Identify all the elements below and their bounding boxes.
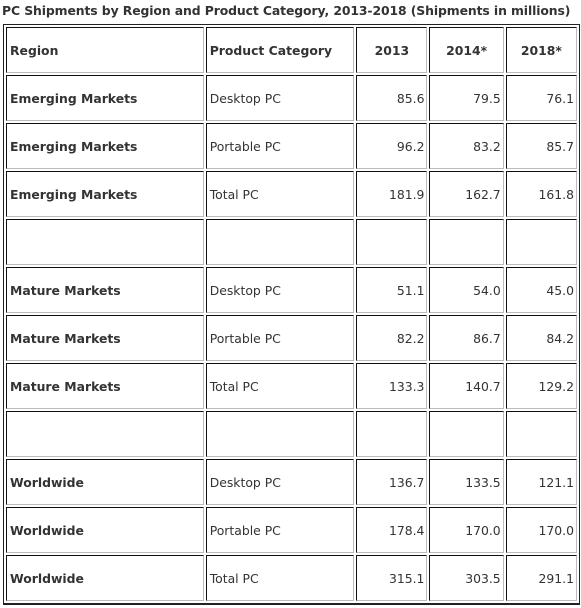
value-2018-cell: 121.1: [505, 459, 577, 505]
value-2018-cell: 129.2: [505, 363, 577, 409]
value-2014-cell: 83.2: [429, 123, 504, 169]
header-product-category: Product Category: [205, 27, 355, 73]
region-cell: [6, 219, 204, 265]
value-2014-cell: 170.0: [429, 507, 504, 553]
value-2013-cell: 178.4: [356, 507, 428, 553]
value-2013-cell: 133.3: [356, 363, 428, 409]
table-row: Emerging Markets Portable PC 96.2 83.2 85.7: [6, 123, 577, 169]
value-2013-cell: 96.2: [356, 123, 428, 169]
value-2014-cell: [429, 411, 504, 457]
value-2013-cell: 82.2: [356, 315, 428, 361]
value-2018-cell: 84.2: [505, 315, 577, 361]
value-2013-cell: 51.1: [356, 267, 428, 313]
value-2013-cell: [356, 411, 428, 457]
region-cell: Worldwide: [6, 459, 204, 505]
region-cell: Mature Markets: [6, 315, 204, 361]
value-2018-cell: [505, 219, 577, 265]
region-cell: [6, 411, 204, 457]
table-row: Worldwide Desktop PC 136.7 133.5 121.1: [6, 459, 577, 505]
category-cell: Portable PC: [205, 315, 355, 361]
region-cell: Worldwide: [6, 555, 204, 601]
category-cell: Total PC: [205, 363, 355, 409]
value-2018-cell: 161.8: [505, 171, 577, 217]
category-cell: Total PC: [205, 171, 355, 217]
header-2018: 2018*: [505, 27, 577, 73]
value-2014-cell: 140.7: [429, 363, 504, 409]
category-cell: Desktop PC: [205, 267, 355, 313]
value-2014-cell: 86.7: [429, 315, 504, 361]
region-cell: Emerging Markets: [6, 123, 204, 169]
value-2014-cell: 303.5: [429, 555, 504, 601]
region-cell: Worldwide: [6, 507, 204, 553]
value-2014-cell: 133.5: [429, 459, 504, 505]
header-region: Region: [6, 27, 204, 73]
value-2013-cell: 85.6: [356, 75, 428, 121]
header-2014: 2014*: [429, 27, 504, 73]
table-title: PC Shipments by Region and Product Categ…: [2, 3, 571, 18]
table-row: [6, 411, 577, 457]
category-cell: Total PC: [205, 555, 355, 601]
header-row: Region Product Category 2013 2014* 2018*: [6, 27, 577, 73]
value-2014-cell: 54.0: [429, 267, 504, 313]
table-row: Emerging Markets Total PC 181.9 162.7 161.8: [6, 171, 577, 217]
value-2013-cell: [356, 219, 428, 265]
value-2018-cell: [505, 411, 577, 457]
category-cell: Portable PC: [205, 507, 355, 553]
shipments-table: Region Product Category 2013 2014* 2018*…: [3, 24, 580, 605]
table-row: Mature Markets Desktop PC 51.1 54.0 45.0: [6, 267, 577, 313]
value-2013-cell: 315.1: [356, 555, 428, 601]
table-row: Emerging Markets Desktop PC 85.6 79.5 76.1: [6, 75, 577, 121]
value-2018-cell: 170.0: [505, 507, 577, 553]
value-2013-cell: 136.7: [356, 459, 428, 505]
table-row: Mature Markets Total PC 133.3 140.7 129.2: [6, 363, 577, 409]
category-cell: [205, 411, 355, 457]
table-row: Mature Markets Portable PC 82.2 86.7 84.2: [6, 315, 577, 361]
value-2018-cell: 85.7: [505, 123, 577, 169]
value-2014-cell: 79.5: [429, 75, 504, 121]
value-2014-cell: [429, 219, 504, 265]
table-row: Worldwide Portable PC 178.4 170.0 170.0: [6, 507, 577, 553]
region-cell: Emerging Markets: [6, 75, 204, 121]
region-cell: Mature Markets: [6, 267, 204, 313]
header-2013: 2013: [356, 27, 428, 73]
value-2018-cell: 76.1: [505, 75, 577, 121]
value-2013-cell: 181.9: [356, 171, 428, 217]
value-2018-cell: 45.0: [505, 267, 577, 313]
category-cell: [205, 219, 355, 265]
table-row: [6, 219, 577, 265]
value-2014-cell: 162.7: [429, 171, 504, 217]
region-cell: Mature Markets: [6, 363, 204, 409]
category-cell: Portable PC: [205, 123, 355, 169]
category-cell: Desktop PC: [205, 459, 355, 505]
region-cell: Emerging Markets: [6, 171, 204, 217]
category-cell: Desktop PC: [205, 75, 355, 121]
table-row: Worldwide Total PC 315.1 303.5 291.1: [6, 555, 577, 601]
value-2018-cell: 291.1: [505, 555, 577, 601]
